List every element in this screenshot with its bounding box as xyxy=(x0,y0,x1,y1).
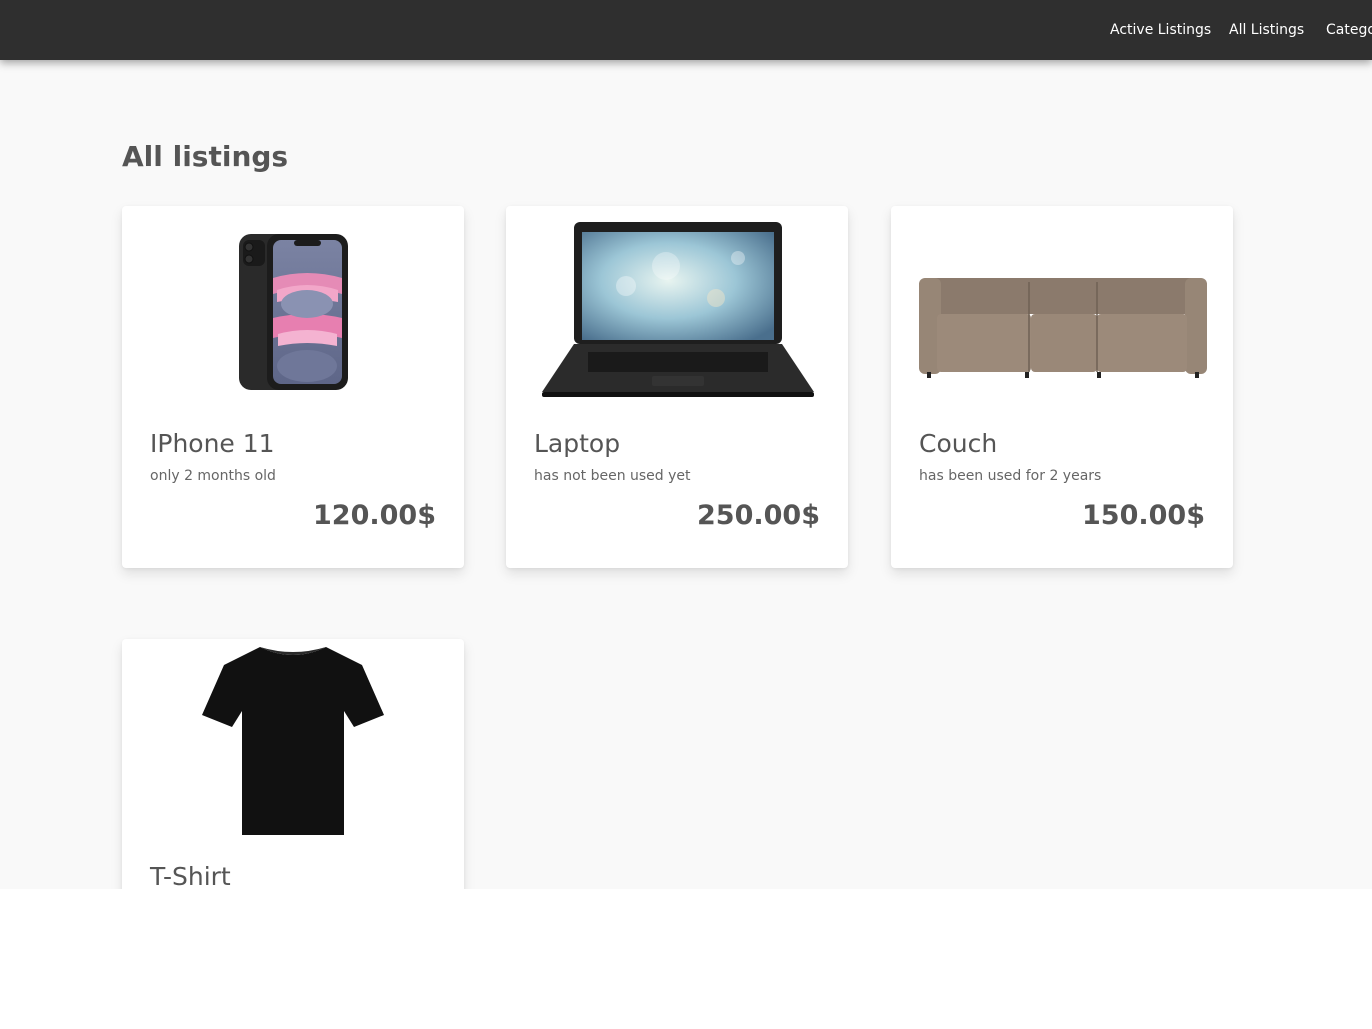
listing-description: has been used for 2 years xyxy=(919,468,1102,484)
listing-price: 120.00$ xyxy=(313,500,436,531)
listing-card[interactable]: T-Shirt xyxy=(122,639,464,889)
listing-description: has not been used yet xyxy=(534,468,691,484)
top-navbar: Active Listings All Listings Categories xyxy=(0,0,1372,60)
nav-link-active-listings[interactable]: Active Listings xyxy=(1110,22,1211,38)
nav-link-all-listings[interactable]: All Listings xyxy=(1229,22,1304,38)
couch-icon xyxy=(919,278,1207,378)
listing-card[interactable]: Laptop has not been used yet 250.00$ xyxy=(506,206,848,568)
listing-description: only 2 months old xyxy=(150,468,276,484)
listing-card[interactable]: Couch has been used for 2 years 150.00$ xyxy=(891,206,1233,568)
listing-image xyxy=(891,206,1233,416)
listing-price: 250.00$ xyxy=(697,500,820,531)
listing-title: IPhone 11 xyxy=(150,429,275,458)
smartphone-icon xyxy=(239,234,348,390)
tshirt-icon xyxy=(202,647,384,835)
listing-image xyxy=(122,639,464,849)
nav-link-categories[interactable]: Categories xyxy=(1326,22,1372,38)
listing-image xyxy=(122,206,464,416)
listing-image xyxy=(506,206,848,416)
listing-title: Couch xyxy=(919,429,998,458)
listing-card[interactable]: IPhone 11 only 2 months old 120.00$ xyxy=(122,206,464,568)
listing-title: T-Shirt xyxy=(150,862,231,889)
listing-title: Laptop xyxy=(534,429,621,458)
page-viewport: Active Listings All Listings Categories … xyxy=(0,0,1372,889)
listing-price: 150.00$ xyxy=(1082,500,1205,531)
laptop-icon xyxy=(542,222,814,397)
page-title: All listings xyxy=(122,140,289,173)
